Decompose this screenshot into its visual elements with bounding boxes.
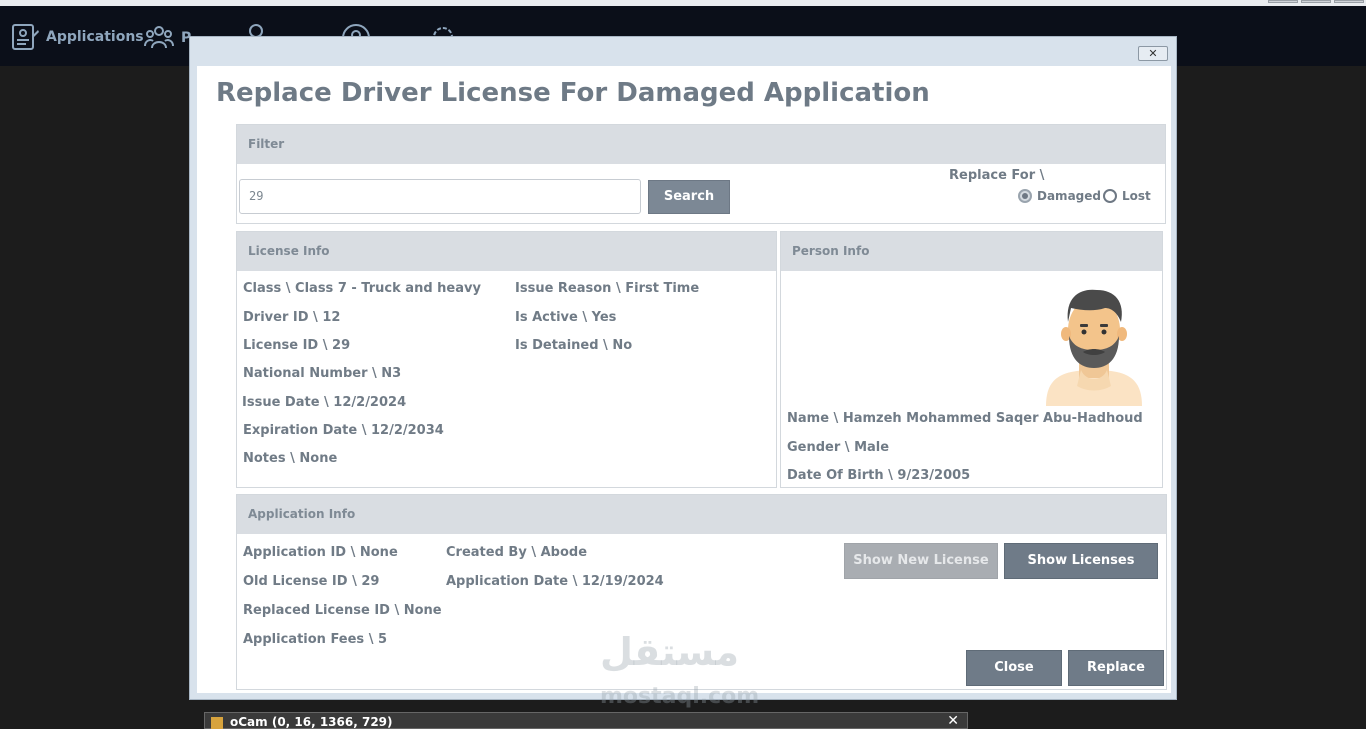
replace-license-dialog: ✕ Replace Driver License For Damaged App… <box>189 36 1177 700</box>
watermark-url: mostaql.com <box>600 684 760 709</box>
nav-applications[interactable]: Applications <box>10 22 144 52</box>
close-button[interactable]: Close <box>966 650 1062 686</box>
people-icon <box>144 26 174 49</box>
person-dob: Date Of Birth \ 9/23/2005 <box>787 468 971 483</box>
is-detained: Is Detained \ No <box>515 338 633 353</box>
watermark-logo: مستقل <box>600 630 739 674</box>
expiration-date: Expiration Date \ 12/2/2034 <box>243 423 444 438</box>
radio-damaged-label: Damaged <box>1037 189 1101 203</box>
created-by: Created By \ Abode <box>446 545 588 560</box>
window-minimize-button[interactable] <box>1268 0 1298 3</box>
replace-for-label: Replace For \ <box>949 168 1045 183</box>
ocam-icon <box>211 717 223 729</box>
radio-lost-indicator <box>1103 189 1117 203</box>
window-maximize-button[interactable] <box>1301 0 1331 3</box>
license-info-panel: License Info Class \ Class 7 - Truck and… <box>236 231 777 488</box>
show-new-license-button[interactable]: Show New License <box>844 543 998 579</box>
application-date: Application Date \ 12/19/2024 <box>446 574 664 589</box>
driver-id: Driver ID \ 12 <box>243 310 341 325</box>
radio-lost-label: Lost <box>1122 189 1151 203</box>
taskbar-close-icon[interactable]: ✕ <box>947 713 959 729</box>
replaced-license-id: Replaced License ID \ None <box>243 603 442 618</box>
nav-people[interactable]: P <box>143 22 191 54</box>
dialog-close-icon[interactable]: ✕ <box>1138 46 1168 61</box>
radio-damaged[interactable]: Damaged <box>1018 189 1101 203</box>
avatar <box>1046 289 1142 406</box>
issue-date: Issue Date \ 12/2/2024 <box>242 395 407 410</box>
application-id: Application ID \ None <box>243 545 398 560</box>
filter-panel: Filter 29 Search Replace For \ Damaged L… <box>236 124 1166 224</box>
is-active: Is Active \ Yes <box>515 310 617 325</box>
national-number: National Number \ N3 <box>243 366 402 381</box>
issue-reason: Issue Reason \ First Time <box>515 281 700 296</box>
replace-button[interactable]: Replace <box>1068 650 1164 686</box>
old-license-id: Old License ID \ 29 <box>243 574 380 589</box>
person-gender: Gender \ Male <box>787 440 890 455</box>
application-info-header: Application Info <box>237 495 1166 534</box>
show-licenses-history-button[interactable]: Show Licenses History <box>1004 543 1158 602</box>
nav-applications-label: Applications <box>46 29 144 45</box>
recorder-taskbar[interactable]: oCam (0, 16, 1366, 729) ✕ <box>204 712 968 729</box>
license-info-header: License Info <box>237 232 776 271</box>
search-button[interactable]: Search <box>648 180 730 214</box>
page-title: Replace Driver License For Damaged Appli… <box>216 78 930 108</box>
dialog-body: Replace Driver License For Damaged Appli… <box>197 66 1171 693</box>
applications-icon <box>12 24 39 50</box>
license-id: License ID \ 29 <box>243 338 351 353</box>
person-info-header: Person Info <box>781 232 1162 271</box>
application-fees: Application Fees \ 5 <box>243 632 388 647</box>
taskbar-title: oCam (0, 16, 1366, 729) <box>230 715 393 729</box>
license-class: Class \ Class 7 - Truck and heavy <box>243 281 481 296</box>
radio-lost[interactable]: Lost <box>1103 189 1151 203</box>
notes: Notes \ None <box>243 451 338 466</box>
radio-damaged-indicator <box>1018 189 1032 203</box>
person-info-panel: Person Info Name \ Hamzeh Mohammed Saqer… <box>780 231 1163 488</box>
person-name: Name \ Hamzeh Mohammed Saqer Abu-Hadhoud <box>787 411 1143 426</box>
filter-header: Filter <box>237 125 1165 164</box>
window-close-button[interactable] <box>1334 0 1364 3</box>
search-input[interactable]: 29 <box>239 179 641 214</box>
